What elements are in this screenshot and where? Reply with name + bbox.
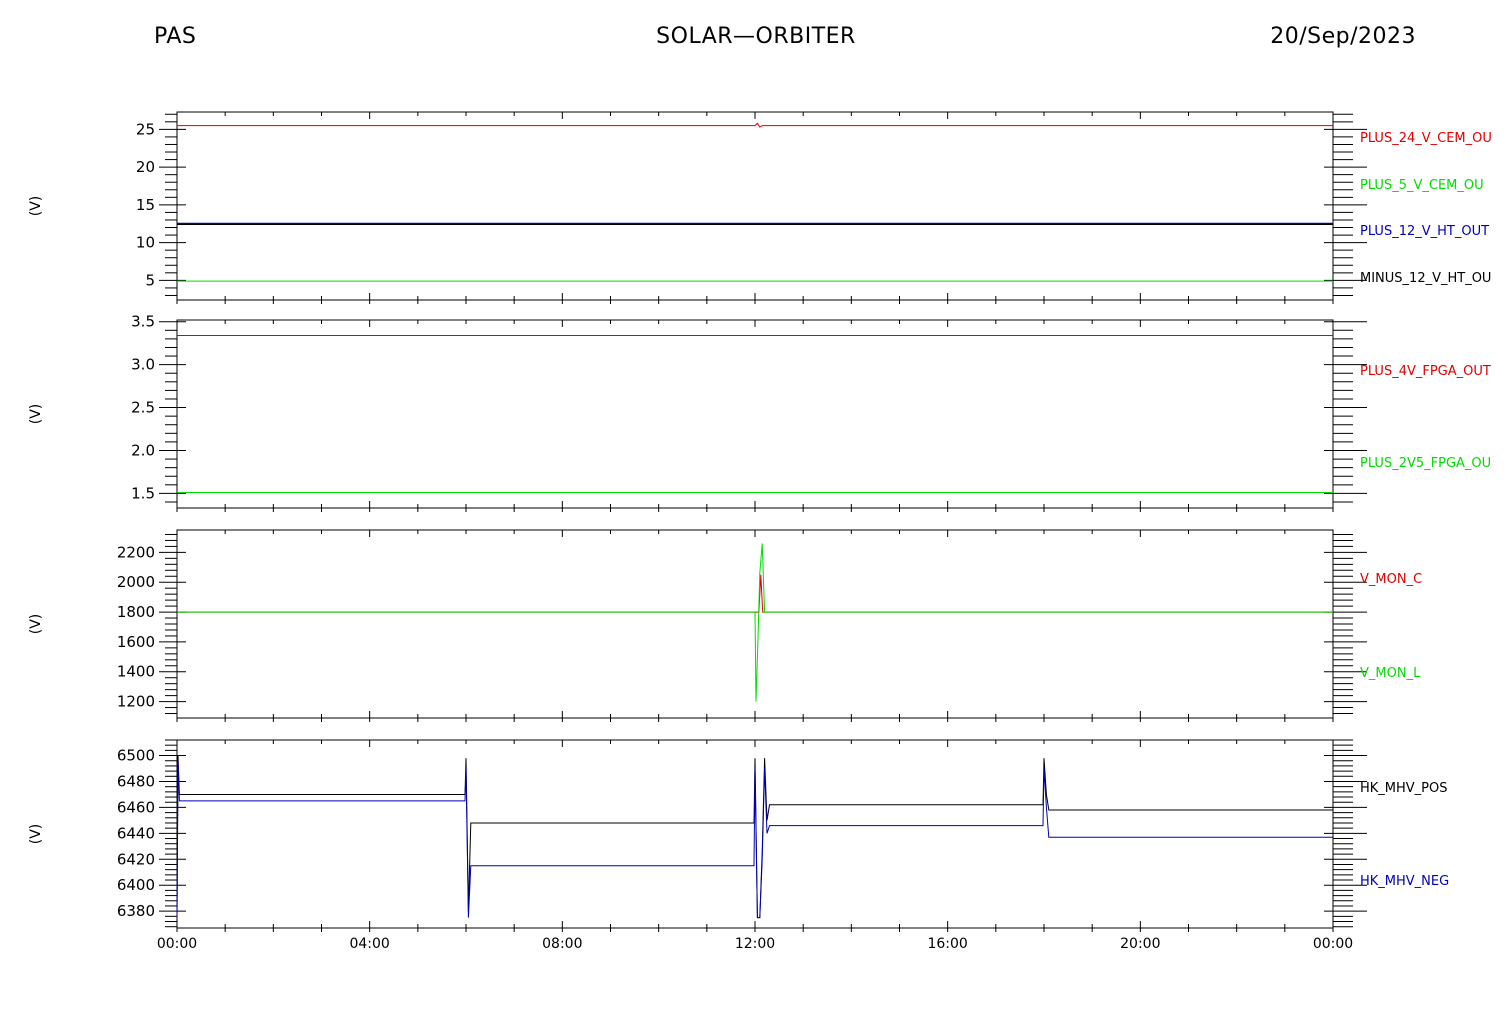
y-tick-label: 6460 [117,798,155,816]
legend-label: HK_MHV_NEG [1360,874,1449,889]
y-tick-label: 1600 [117,633,155,651]
x-tick-label: 00:00 [1313,936,1353,952]
y-tick-label: 6500 [117,747,155,765]
legend-label: PLUS_5_V_CEM_OU [1360,178,1484,193]
y-tick-label: 6440 [117,824,155,842]
panel-1: 5 10 15 20 25 (V) PLUS_24_V_CEM_OU PLUS_5_V_CEM… [28,111,1492,304]
legend-label: HK_MHV_POS [1360,781,1448,796]
y-tick-label: 1200 [117,693,155,711]
panel-2: 1.5 2.0 2.5 3.0 3.5 (V) PLUS_4V_FPGA_OUT PLUS_2… [28,313,1491,512]
y-tick-label: 2.0 [131,441,155,459]
y-tick-label: 2.5 [131,399,155,417]
x-tick-label: 08:00 [542,936,582,952]
legend-label: PLUS_12_V_HT_OUT [1360,224,1489,239]
y-tick-label: 1.5 [131,484,155,502]
legend-label: PLUS_24_V_CEM_OU [1360,131,1492,146]
legend-label: MINUS_12_V_HT_OU [1360,271,1491,286]
series-line-blue [176,761,1333,919]
legend-label: PLUS_4V_FPGA_OUT [1360,364,1491,379]
x-tick-label: 04:00 [349,936,389,952]
x-tick-label: 00:00 [157,936,197,952]
x-tick-label: 16:00 [927,936,967,952]
plot-frame [176,111,1334,301]
y-axis-label: (V) [28,824,44,845]
y-tick-label: 10 [136,234,155,252]
y-tick-label: 2200 [117,543,155,561]
series-line-red [177,122,1333,128]
panel-4: 6380 6400 6420 6440 6460 6480 6500 (V) HK_MHV_PO… [28,739,1449,932]
y-tick-label: 25 [136,120,155,138]
y-tick-label: 1400 [117,663,155,681]
panel-3: 1200 1400 1600 1800 2000 2200 (V) V_MON_C V_MON_… [28,529,1422,722]
y-axis-label: (V) [28,404,44,425]
legend-label: V_MON_C [1360,572,1422,587]
y-tick-label: 3.5 [131,313,155,331]
plot-frame [176,319,1334,509]
y-tick-label: 20 [136,158,155,176]
series-line-green [177,543,1333,702]
x-tick-label: 20:00 [1120,936,1160,952]
y-axis-label: (V) [28,614,44,635]
series-line-red [177,574,1333,613]
y-tick-label: 15 [136,196,155,214]
housekeeping-plots: 5 10 15 20 25 (V) PLUS_24_V_CEM_OU PLUS_5_V_CEM… [28,111,1492,952]
legend-label: V_MON_L [1360,666,1421,681]
x-tick-label: 12:00 [735,936,775,952]
y-tick-label: 6420 [117,850,155,868]
y-tick-label: 3.0 [131,356,155,374]
y-tick-label: 6400 [117,876,155,894]
y-axis-label: (V) [28,196,44,217]
y-tick-label: 6380 [117,902,155,920]
y-tick-label: 6480 [117,772,155,790]
y-tick-label: 2000 [117,573,155,591]
legend-label: PLUS_2V5_FPGA_OU [1360,456,1491,471]
y-tick-label: 5 [145,271,155,289]
y-tick-label: 1800 [117,603,155,621]
